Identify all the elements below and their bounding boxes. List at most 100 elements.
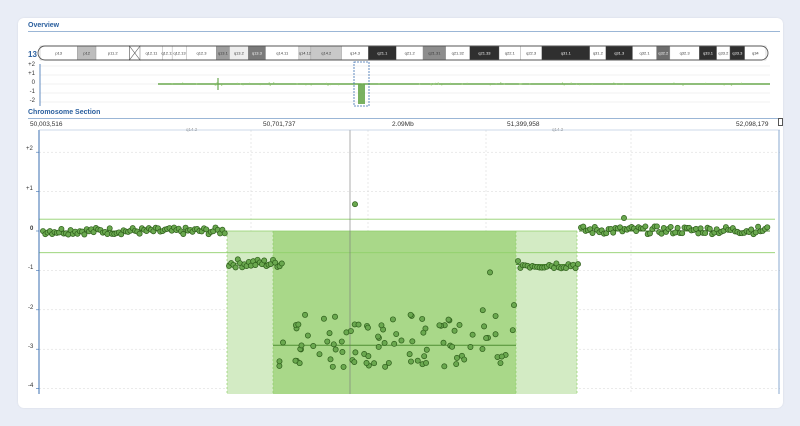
data-point <box>497 360 504 367</box>
data-point <box>365 353 372 360</box>
data-point <box>483 335 490 342</box>
data-point <box>378 322 385 329</box>
data-point <box>316 351 323 358</box>
data-point <box>327 356 334 363</box>
data-point <box>440 339 447 346</box>
data-point <box>389 316 396 323</box>
data-point <box>355 321 362 328</box>
data-point <box>667 223 674 230</box>
data-point <box>409 338 416 345</box>
data-point <box>326 330 333 337</box>
data-point <box>706 225 713 232</box>
outlier-point <box>352 201 358 208</box>
data-point <box>414 357 421 364</box>
data-point <box>375 344 382 350</box>
data-point <box>329 363 336 370</box>
data-point <box>674 224 681 231</box>
data-point <box>106 225 113 232</box>
data-point <box>406 351 413 358</box>
data-point <box>391 340 398 347</box>
data-point <box>449 343 456 350</box>
data-point <box>467 344 474 350</box>
data-point <box>407 311 414 318</box>
data-point <box>451 327 458 334</box>
data-point <box>295 321 302 328</box>
data-point <box>408 358 414 365</box>
data-point <box>302 311 308 318</box>
data-point <box>261 257 268 264</box>
data-point <box>385 359 392 366</box>
data-point <box>375 333 382 340</box>
data-point <box>454 354 460 361</box>
data-point <box>221 230 228 237</box>
data-point <box>509 327 516 334</box>
section-y-label: -3 <box>28 344 34 350</box>
data-point <box>453 361 460 367</box>
section-y-label: 0 <box>30 226 34 232</box>
data-point <box>338 338 345 345</box>
data-point <box>278 260 285 267</box>
data-point <box>81 231 88 238</box>
data-point <box>340 363 347 370</box>
data-point <box>445 316 452 323</box>
data-point <box>469 331 476 338</box>
data-point <box>371 360 378 367</box>
section-y-label: +1 <box>26 186 33 192</box>
section-y-label: -1 <box>28 265 34 271</box>
data-point <box>461 356 468 363</box>
data-point <box>423 346 430 353</box>
data-point <box>332 313 338 320</box>
data-point <box>421 353 428 360</box>
data-point <box>276 358 283 365</box>
data-point <box>352 349 359 356</box>
data-point <box>180 231 187 237</box>
homozygous-deletion-region <box>273 231 516 394</box>
data-point <box>441 363 448 370</box>
data-point <box>511 302 517 309</box>
data-point <box>764 224 771 231</box>
data-point <box>498 353 505 360</box>
data-point <box>621 215 627 221</box>
data-point <box>436 322 443 329</box>
data-point <box>324 338 331 345</box>
data-point <box>393 331 400 338</box>
data-point <box>364 324 371 331</box>
data-point <box>381 339 388 346</box>
data-point <box>575 261 581 268</box>
data-point <box>232 264 239 271</box>
data-point <box>423 360 429 366</box>
data-point <box>304 332 311 339</box>
data-point <box>420 329 427 336</box>
data-point <box>479 307 486 314</box>
data-point <box>481 323 488 330</box>
data-point <box>363 360 370 366</box>
data-point <box>419 315 426 322</box>
data-point <box>456 322 463 328</box>
data-point <box>298 342 305 349</box>
section-y-label: +2 <box>26 146 33 152</box>
data-point <box>351 359 358 365</box>
data-point <box>292 357 299 364</box>
chromosome-section-plot[interactable] <box>18 18 783 408</box>
data-point <box>589 230 596 236</box>
chromosome-viewer-panel: Overview 13 p13 p12 p11.2 q12.11 q12.12 q12.1… <box>18 18 783 408</box>
data-point <box>398 337 405 344</box>
data-point <box>642 223 649 230</box>
data-point <box>492 313 499 319</box>
data-point <box>332 346 339 353</box>
section-y-label: -2 <box>28 305 34 311</box>
data-point <box>479 346 486 352</box>
section-y-label: -4 <box>28 383 34 389</box>
data-point <box>310 343 317 349</box>
data-point <box>339 349 346 355</box>
data-point <box>347 328 354 334</box>
data-point <box>702 230 709 237</box>
data-point <box>679 230 686 237</box>
data-point <box>515 258 521 264</box>
data-point <box>136 230 143 237</box>
data-point <box>492 331 499 338</box>
data-point <box>653 223 660 230</box>
data-point <box>487 269 493 276</box>
data-point <box>280 339 286 346</box>
data-point <box>330 341 337 348</box>
